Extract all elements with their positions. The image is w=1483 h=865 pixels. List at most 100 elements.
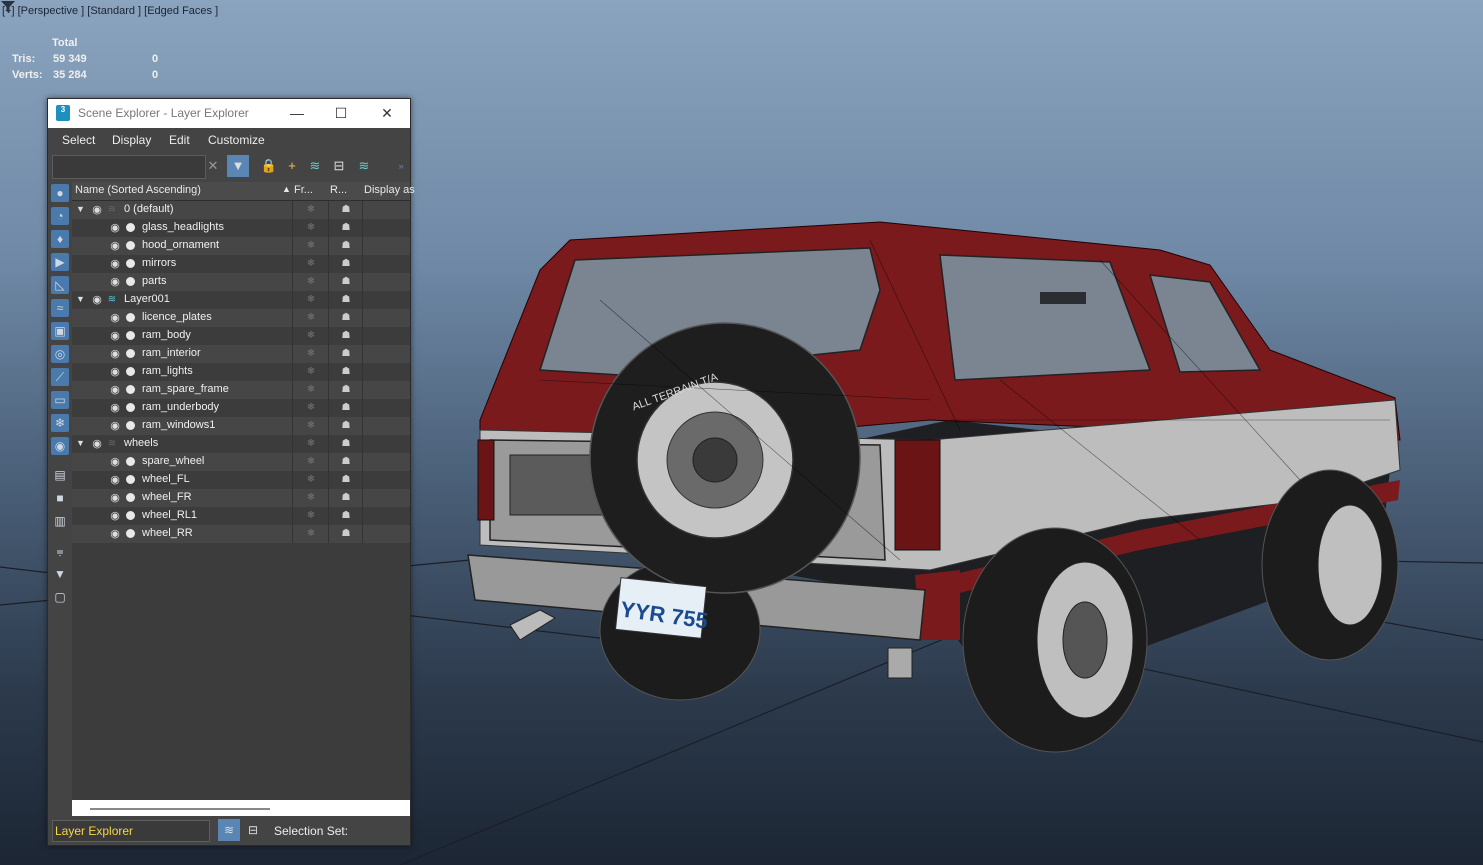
renderable-teapot-icon[interactable]: ☗ <box>328 471 363 489</box>
frozen-snowflake-icon[interactable]: ❄ <box>292 219 329 237</box>
object-row[interactable]: ◉ ram_underbody ❄ ☗ <box>72 399 410 417</box>
visibility-eye-icon[interactable]: ◉ <box>109 330 121 342</box>
visibility-eye-icon[interactable]: ◉ <box>109 384 121 396</box>
window-titlebar[interactable]: 3 Scene Explorer - Layer Explorer — ☐ ✕ <box>48 99 410 128</box>
menu-select[interactable]: Select <box>62 133 95 147</box>
layer-tree[interactable]: Name (Sorted Ascending) ▲ Fr... R... Dis… <box>72 182 415 800</box>
visibility-eye-icon[interactable]: ◉ <box>109 276 121 288</box>
sort-by-layer-icon[interactable]: ≋ <box>218 819 240 841</box>
object-row[interactable]: ◉ wheel_FR ❄ ☗ <box>72 489 410 507</box>
maximize-button[interactable]: ☐ <box>324 101 358 125</box>
scrollbar-thumb[interactable] <box>90 808 270 810</box>
frozen-snowflake-icon[interactable]: ❄ <box>292 363 329 381</box>
display-as-cell[interactable] <box>362 201 411 219</box>
layer-stack-icon[interactable]: ≋ <box>106 438 118 450</box>
visibility-eye-icon[interactable]: ◉ <box>109 240 121 252</box>
display-as-cell[interactable] <box>362 471 411 489</box>
display-as-cell[interactable] <box>362 309 411 327</box>
display-geometry-icon[interactable]: ● <box>51 184 69 202</box>
object-row[interactable]: ◉ mirrors ❄ ☗ <box>72 255 410 273</box>
frozen-snowflake-icon[interactable]: ❄ <box>292 435 329 453</box>
visibility-eye-icon[interactable]: ◉ <box>91 438 103 450</box>
display-as-cell[interactable] <box>362 507 411 525</box>
filter-toggle-icon[interactable]: ▼ <box>227 155 249 177</box>
frozen-snowflake-icon[interactable]: ❄ <box>292 273 329 291</box>
display-as-cell[interactable] <box>362 381 411 399</box>
visibility-eye-icon[interactable]: ◉ <box>109 222 121 234</box>
renderable-teapot-icon[interactable]: ☗ <box>328 381 363 399</box>
collapse-arrow-icon[interactable]: ▼ <box>76 204 85 214</box>
object-row[interactable]: ◉ wheel_RR ❄ ☗ <box>72 525 410 543</box>
viewport-label-menu[interactable]: [+] [Perspective ] [Standard ] [Edged Fa… <box>2 5 218 17</box>
display-groups-icon[interactable]: ▣ <box>51 322 69 340</box>
renderable-teapot-icon[interactable]: ☗ <box>328 327 363 345</box>
menu-edit[interactable]: Edit <box>169 133 190 147</box>
display-as-cell[interactable] <box>362 255 411 273</box>
visibility-eye-icon[interactable]: ◉ <box>109 492 121 504</box>
display-hidden-icon[interactable]: ◉ <box>51 437 69 455</box>
hierarchy-icon[interactable]: ⊟ <box>328 155 350 177</box>
object-row[interactable]: ◉ ram_interior ❄ ☗ <box>72 345 410 363</box>
visibility-eye-icon[interactable]: ◉ <box>109 510 121 522</box>
display-as-cell[interactable] <box>362 525 411 543</box>
layer-row[interactable]: ▼ ◉ ≋ wheels ❄ ☗ <box>72 435 410 453</box>
visibility-eye-icon[interactable]: ◉ <box>91 204 103 216</box>
renderable-teapot-icon[interactable]: ☗ <box>328 291 363 309</box>
frozen-snowflake-icon[interactable]: ❄ <box>292 291 329 309</box>
object-row[interactable]: ◉ hood_ornament ❄ ☗ <box>72 237 410 255</box>
layer-stack-icon[interactable]: ≋ <box>106 204 118 216</box>
display-spacewarps-icon[interactable]: ≈ <box>51 299 69 317</box>
object-row[interactable]: ◉ spare_wheel ❄ ☗ <box>72 453 410 471</box>
column-frozen[interactable]: Fr... <box>294 184 313 196</box>
renderable-teapot-icon[interactable]: ☗ <box>328 525 363 543</box>
renderable-teapot-icon[interactable]: ☗ <box>328 507 363 525</box>
object-row[interactable]: ◉ wheel_FL ❄ ☗ <box>72 471 410 489</box>
renderable-teapot-icon[interactable]: ☗ <box>328 255 363 273</box>
display-as-cell[interactable] <box>362 327 411 345</box>
visibility-eye-icon[interactable]: ◉ <box>109 402 121 414</box>
collapse-arrow-icon[interactable]: ▼ <box>76 438 85 448</box>
frozen-snowflake-icon[interactable]: ❄ <box>292 327 329 345</box>
display-cameras-icon[interactable]: ▶ <box>51 253 69 271</box>
renderable-teapot-icon[interactable]: ☗ <box>328 363 363 381</box>
layer-stack-icon[interactable]: ≋ <box>106 294 118 306</box>
explorer-type-select[interactable]: Layer Explorer ▾ <box>52 820 223 842</box>
display-as-cell[interactable] <box>362 417 411 435</box>
layer-row[interactable]: ▼ ◉ ≋ 0 (default) ❄ ☗ <box>72 201 410 219</box>
display-frozen-icon[interactable]: ❄ <box>51 414 69 432</box>
renderable-teapot-icon[interactable]: ☗ <box>328 453 363 471</box>
renderable-teapot-icon[interactable]: ☗ <box>328 417 363 435</box>
visibility-eye-icon[interactable]: ◉ <box>109 420 121 432</box>
collapse-arrow-icon[interactable]: ▼ <box>76 294 85 304</box>
display-as-cell[interactable] <box>362 237 411 255</box>
select-in-viewport-icon[interactable]: ▢ <box>51 588 69 606</box>
close-button[interactable]: ✕ <box>370 101 404 125</box>
column-display-as[interactable]: Display as <box>364 184 415 196</box>
display-all-icon[interactable]: ▤ <box>51 466 69 484</box>
column-name[interactable]: Name (Sorted Ascending) <box>75 184 201 196</box>
frozen-snowflake-icon[interactable]: ❄ <box>292 255 329 273</box>
frozen-snowflake-icon[interactable]: ❄ <box>292 201 329 219</box>
visibility-eye-icon[interactable]: ◉ <box>109 312 121 324</box>
object-row[interactable]: ◉ ram_spare_frame ❄ ☗ <box>72 381 410 399</box>
menu-customize[interactable]: Customize <box>208 133 265 147</box>
minimize-button[interactable]: — <box>280 101 314 125</box>
object-row[interactable]: ◉ ram_body ❄ ☗ <box>72 327 410 345</box>
frozen-snowflake-icon[interactable]: ❄ <box>292 417 329 435</box>
display-containers-icon[interactable]: ▭ <box>51 391 69 409</box>
display-none-icon[interactable]: ■ <box>51 489 69 507</box>
display-lights-icon[interactable]: ♦ <box>51 230 69 248</box>
renderable-teapot-icon[interactable]: ☗ <box>328 219 363 237</box>
visibility-eye-icon[interactable]: ◉ <box>109 258 121 270</box>
visibility-eye-icon[interactable]: ◉ <box>109 528 121 540</box>
display-bones-icon[interactable]: ⟋ <box>51 368 69 386</box>
visibility-eye-icon[interactable]: ◉ <box>109 366 121 378</box>
lock-icon[interactable]: 🔒 <box>258 155 280 177</box>
object-row[interactable]: ◉ wheel_RL1 ❄ ☗ <box>72 507 410 525</box>
renderable-teapot-icon[interactable]: ☗ <box>328 489 363 507</box>
renderable-teapot-icon[interactable]: ☗ <box>328 345 363 363</box>
layer-row[interactable]: ▼ ◉ ≋ Layer001 ❄ ☗ <box>72 291 410 309</box>
frozen-snowflake-icon[interactable]: ❄ <box>292 471 329 489</box>
add-to-layer-icon[interactable]: ≋ <box>304 155 326 177</box>
object-row[interactable]: ◉ ram_windows1 ❄ ☗ <box>72 417 410 435</box>
